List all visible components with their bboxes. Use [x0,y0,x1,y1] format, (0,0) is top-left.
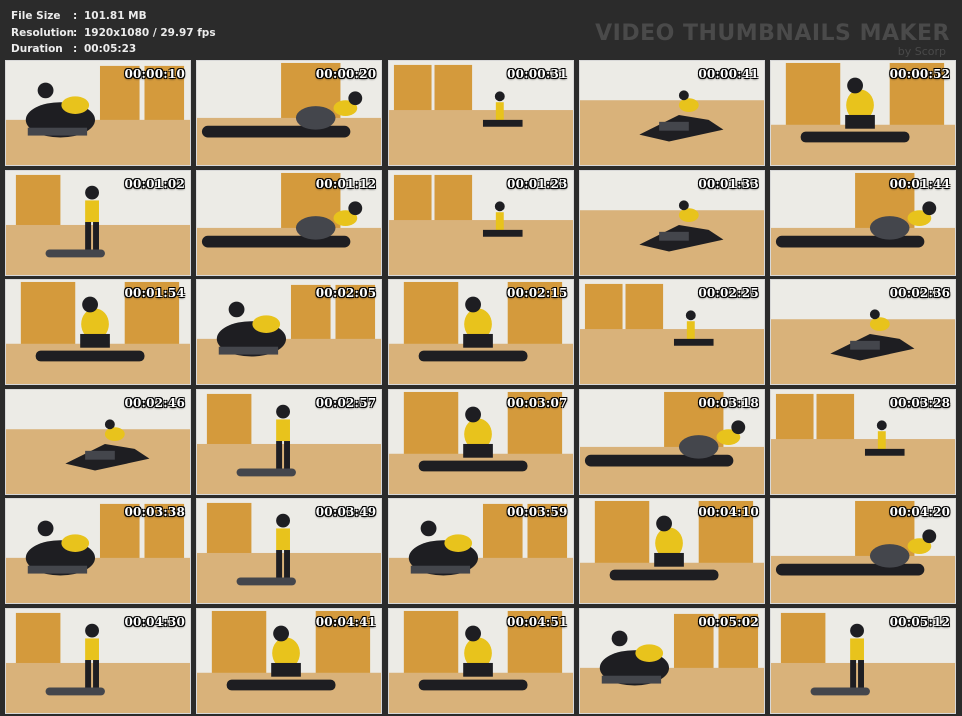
thumbnail-grid: 00:00:10 00:00:20 00:00:31 00:00:41 00:0… [5,60,957,714]
video-thumbnail[interactable]: 00:02:36 [770,279,957,386]
thumbnail-timestamp: 00:01:33 [698,176,759,191]
thumbnail-timestamp: 00:01:44 [889,176,951,191]
duration-value: 00:05:23 [84,43,137,55]
brand-title: VIDEO THUMBNAILS MAKER [595,21,950,46]
resolution-label: Resolution [11,26,75,39]
video-thumbnail[interactable]: 00:00:52 [770,60,957,166]
video-thumbnail[interactable]: 00:04:10 [578,498,765,605]
video-thumbnail[interactable]: 00:02:25 [578,279,765,386]
thumbnail-timestamp: 00:04:30 [124,614,185,629]
thumbnail-timestamp: 00:00:41 [698,67,759,81]
thumbnail-timestamp: 00:03:07 [507,395,568,410]
resolution-value: 1920x1080 / 29.97 fps [84,26,216,39]
thumbnail-timestamp: 00:03:18 [698,395,759,410]
thumbnail-timestamp: 00:02:15 [507,286,568,301]
video-thumbnail[interactable]: 00:01:54 [5,279,191,386]
thumbnail-timestamp: 00:05:12 [889,614,951,629]
thumbnail-timestamp: 00:01:23 [507,176,568,191]
brand-watermark: VIDEO THUMBNAILS MAKER by Scorp [595,22,950,58]
thumbnail-timestamp: 00:05:02 [698,614,759,629]
video-thumbnail[interactable]: 00:02:57 [196,388,383,495]
video-thumbnail[interactable]: 00:00:20 [196,60,383,166]
video-thumbnail[interactable]: 00:04:20 [770,498,957,605]
thumbnail-timestamp: 00:00:10 [124,67,185,81]
thumbnail-timestamp: 00:03:38 [124,505,185,520]
thumbnail-timestamp: 00:01:12 [315,176,377,191]
video-thumbnail[interactable]: 00:00:10 [5,60,191,166]
thumbnail-timestamp: 00:02:46 [124,395,185,410]
thumbnail-timestamp: 00:00:31 [507,67,568,81]
video-thumbnail[interactable]: 00:04:30 [5,607,191,714]
file-size-value: 101.81 MB [84,10,147,22]
thumbnail-timestamp: 00:02:25 [698,286,759,301]
video-thumbnail[interactable]: 00:03:59 [387,498,574,605]
video-thumbnail[interactable]: 00:05:12 [770,607,957,714]
video-thumbnail[interactable]: 00:03:28 [770,388,957,495]
thumbnail-timestamp: 00:01:02 [124,176,185,191]
file-size-row: File Size : 101.81 MB [11,8,216,25]
thumbnail-timestamp: 00:03:28 [889,395,951,410]
video-thumbnail[interactable]: 00:01:44 [770,169,957,276]
video-thumbnail[interactable]: 00:03:07 [387,388,574,495]
video-thumbnail[interactable]: 00:03:18 [578,388,765,495]
thumbnail-timestamp: 00:04:20 [889,505,951,520]
video-thumbnail[interactable]: 00:04:41 [196,607,383,714]
file-size-label: File Size [11,10,61,22]
video-thumbnail[interactable]: 00:05:02 [578,607,765,714]
thumbnail-timestamp: 00:02:05 [315,286,377,301]
thumbnail-timestamp: 00:04:10 [698,505,759,520]
video-thumbnail[interactable]: 00:01:12 [196,169,383,276]
duration-row: Duration : 00:05:23 [11,41,216,58]
thumbnail-timestamp: 00:00:52 [889,67,951,81]
duration-separator: : [73,43,78,55]
thumbnail-timestamp: 00:00:20 [315,67,377,81]
video-thumbnail[interactable]: 00:01:02 [5,169,191,276]
video-thumbnail[interactable]: 00:04:51 [387,607,574,714]
thumbnail-timestamp: 00:02:36 [889,286,951,301]
thumbnail-timestamp: 00:03:49 [315,505,377,520]
resolution-row: Resolution : 1920x1080 / 29.97 fps [11,25,216,42]
resolution-separator: : [73,26,78,39]
thumbnail-timestamp: 00:04:41 [315,614,377,629]
video-thumbnail[interactable]: 00:02:15 [387,279,574,386]
video-info-panel: File Size : 101.81 MB Resolution : 1920x… [11,8,216,58]
thumbnail-timestamp: 00:01:54 [124,286,185,301]
video-thumbnail[interactable]: 00:02:46 [5,388,191,495]
video-thumbnail[interactable]: 00:00:41 [578,60,765,166]
video-thumbnail[interactable]: 00:03:38 [5,498,191,605]
video-thumbnail[interactable]: 00:03:49 [196,498,383,605]
thumbnail-timestamp: 00:02:57 [315,395,377,410]
file-size-separator: : [73,10,78,22]
thumbnail-timestamp: 00:04:51 [507,614,568,629]
video-thumbnail[interactable]: 00:01:23 [387,169,574,276]
duration-label: Duration [11,43,63,55]
brand-subtitle: by Scorp [897,45,946,58]
video-thumbnail[interactable]: 00:00:31 [387,60,574,166]
thumbnail-timestamp: 00:03:59 [507,505,568,520]
video-thumbnail[interactable]: 00:02:05 [196,279,383,386]
video-thumbnail[interactable]: 00:01:33 [578,169,765,276]
